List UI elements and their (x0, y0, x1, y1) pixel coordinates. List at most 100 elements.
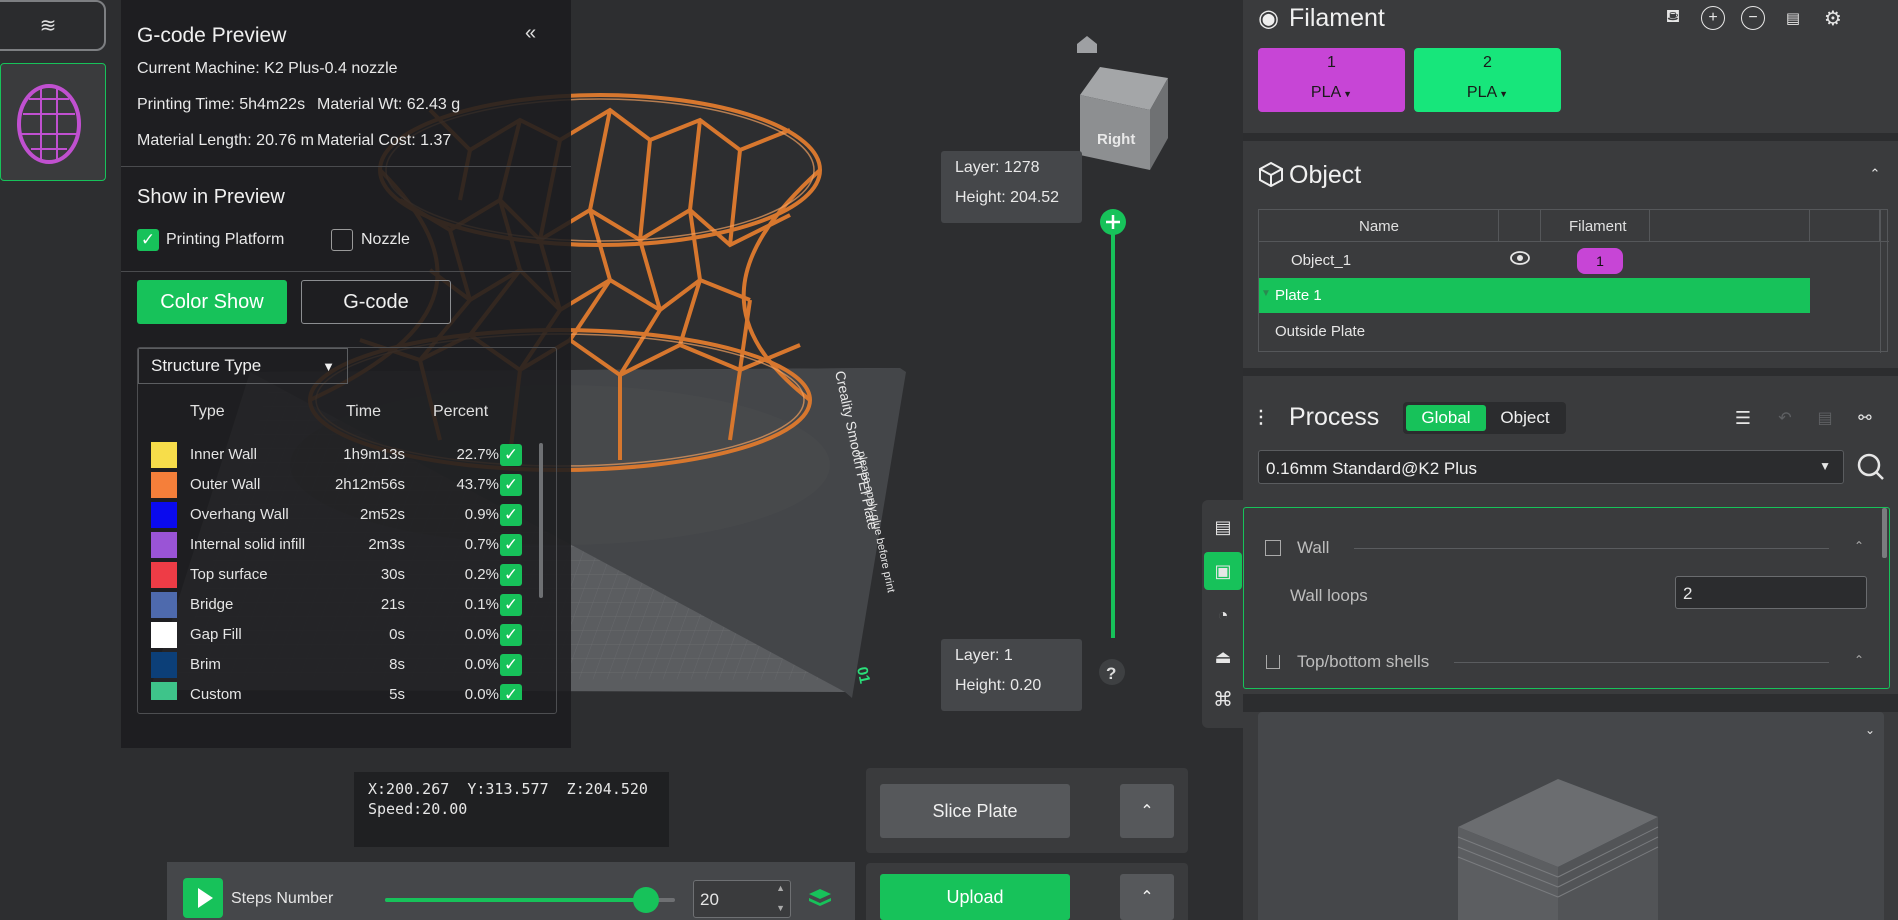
structure-visibility-checkbox[interactable] (500, 474, 522, 496)
nozzle-checkbox[interactable] (331, 229, 353, 251)
structure-time: 8s (389, 656, 405, 673)
structure-color-swatch[interactable] (151, 592, 177, 618)
speed-gauge-icon[interactable]: ◔ (1208, 600, 1238, 630)
structure-color-swatch[interactable] (151, 682, 177, 700)
plate-row-selected[interactable]: ▼ Plate 1 (1259, 278, 1810, 313)
wall-loops-label: Wall loops (1290, 586, 1368, 605)
upload-button[interactable]: Upload (880, 874, 1070, 920)
structure-type-dropdown[interactable]: Structure Type ▼ (138, 348, 348, 384)
settings-gear-icon[interactable]: ⚙ (1821, 6, 1845, 30)
compare-icon[interactable]: ⚯ (1853, 406, 1877, 430)
settings-scrollbar[interactable] (1882, 508, 1887, 558)
layers-settings-icon[interactable]: ▤ (1208, 512, 1238, 542)
layer-stack-icon[interactable] (807, 887, 833, 909)
tab-global[interactable]: Global (1406, 405, 1486, 431)
structure-color-swatch[interactable] (151, 442, 177, 468)
upload-options-button[interactable]: ⌃ (1120, 874, 1174, 920)
wall-loops-input[interactable]: 2 (1675, 576, 1867, 609)
structure-visibility-checkbox[interactable] (500, 444, 522, 466)
structure-visibility-checkbox[interactable] (500, 624, 522, 646)
structure-color-swatch[interactable] (151, 652, 177, 678)
structure-row: Outer Wall 2h12m56s 43.7% (138, 470, 538, 500)
spin-up-icon[interactable]: ▲ (776, 883, 785, 893)
structure-color-swatch[interactable] (151, 502, 177, 528)
printing-platform-checkbox[interactable] (137, 229, 159, 251)
structure-percent: 0.2% (464, 566, 499, 583)
current-machine: Current Machine: K2 Plus-0.4 nozzle (137, 60, 398, 77)
steps-spinbox[interactable]: 20 ▲ ▼ (693, 880, 791, 918)
add-filament-icon[interactable]: + (1701, 6, 1725, 30)
filament-chip[interactable]: 1 PLA ▼ (1258, 48, 1405, 112)
collapse-panel-icon[interactable]: « (525, 22, 536, 45)
plate-thumbnail[interactable] (0, 63, 106, 181)
collapse-wall-icon[interactable]: ⌃ (1851, 538, 1867, 554)
col-divider (1809, 210, 1810, 242)
dropdown-arrow-icon: ▼ (322, 358, 335, 374)
view-cube-right-label: Right (1097, 131, 1135, 148)
3d-viewport[interactable]: Creality Smooth PEI Plate please apply g… (0, 0, 1243, 920)
structure-type-name: Outer Wall (190, 476, 261, 493)
home-icon[interactable] (1077, 36, 1097, 53)
layers-view-button[interactable]: ≋ (0, 0, 106, 51)
right-sidebar: ◉ Filament ⛾ + − ▤ ⚙ 1 PLA ▼ 2 PLA ▼ Object ⌃… (1243, 0, 1898, 920)
process-preset-select[interactable]: 0.16mm Standard@K2 Plus ▼ (1258, 450, 1844, 484)
object-row[interactable]: Object_1 1 (1259, 242, 1879, 278)
slice-options-button[interactable]: ⌃ (1120, 784, 1174, 838)
structure-row: Internal solid infill 2m3s 0.7% (138, 530, 538, 560)
expand-arrow-icon[interactable]: ▼ (1261, 288, 1271, 299)
collapse-icon[interactable]: ⌃ (1866, 165, 1884, 183)
play-button[interactable] (183, 878, 223, 918)
extrude-icon[interactable]: ⛾ (1661, 6, 1685, 30)
filament-chip[interactable]: 2 PLA ▼ (1414, 48, 1561, 112)
structure-time: 2m52s (359, 506, 405, 523)
visibility-eye-icon[interactable] (1510, 250, 1530, 266)
outside-plate-row[interactable]: Outside Plate (1259, 313, 1879, 349)
object-table-scrollbar[interactable] (1880, 210, 1888, 353)
edit-filament-icon[interactable]: ▤ (1781, 6, 1805, 30)
structure-visibility-checkbox[interactable] (500, 654, 522, 676)
structure-color-swatch[interactable] (151, 562, 177, 588)
filament-type[interactable]: PLA ▼ (1414, 84, 1561, 102)
remove-filament-icon[interactable]: − (1741, 6, 1765, 30)
structure-visibility-checkbox[interactable] (500, 564, 522, 586)
help-icon[interactable]: ? (1099, 659, 1125, 685)
tab-object[interactable]: Object (1487, 405, 1563, 431)
collapse-shells-icon[interactable]: ⌃ (1851, 652, 1867, 668)
structure-color-swatch[interactable] (151, 532, 177, 558)
structure-visibility-checkbox[interactable] (500, 534, 522, 556)
structure-percent: 0.9% (464, 506, 499, 523)
others-icon[interactable]: ⌘ (1208, 684, 1238, 714)
col-header-filament: Filament (1569, 218, 1627, 235)
object-filament-badge[interactable]: 1 (1577, 248, 1623, 274)
structure-time: 21s (380, 596, 405, 613)
slice-plate-button[interactable]: Slice Plate (880, 784, 1070, 838)
section-divider (1454, 662, 1829, 663)
structure-visibility-checkbox[interactable] (500, 594, 522, 616)
structure-visibility-checkbox[interactable] (500, 684, 522, 700)
steps-slider-handle[interactable] (633, 887, 659, 913)
search-icon[interactable] (1857, 453, 1885, 481)
list-view-icon[interactable]: ☰ (1731, 406, 1755, 430)
process-preview-area: ⌄ (1258, 712, 1884, 920)
filament-number: 1 (1327, 54, 1336, 71)
gcode-button[interactable]: G-code (301, 280, 451, 324)
table-scrollbar[interactable] (539, 443, 543, 598)
support-icon[interactable]: ▣ (1204, 552, 1242, 590)
side-toolbar: ▤ ▣ ◔ ⏏ ⌘ (1202, 500, 1243, 728)
steps-slider-track[interactable] (385, 887, 675, 913)
structure-color-swatch[interactable] (151, 472, 177, 498)
view-cube[interactable]: Right (1080, 67, 1168, 170)
filament-type-label: PLA (1466, 84, 1498, 101)
color-show-button[interactable]: Color Show (137, 280, 287, 324)
process-title: Process (1289, 403, 1380, 431)
structure-visibility-checkbox[interactable] (500, 504, 522, 526)
spin-down-icon[interactable]: ▼ (776, 903, 785, 913)
expand-double-chevron-icon[interactable]: ⌄ (1862, 722, 1878, 738)
filament-type[interactable]: PLA ▼ (1258, 84, 1405, 102)
structure-type-name: Custom (190, 686, 242, 700)
chevron-down-icon: ▼ (1819, 459, 1831, 473)
layer-slider-top-handle[interactable] (1100, 209, 1126, 235)
caret-down-icon: ▼ (1499, 89, 1509, 99)
nozzle-icon[interactable]: ⏏ (1208, 642, 1238, 672)
structure-color-swatch[interactable] (151, 622, 177, 648)
